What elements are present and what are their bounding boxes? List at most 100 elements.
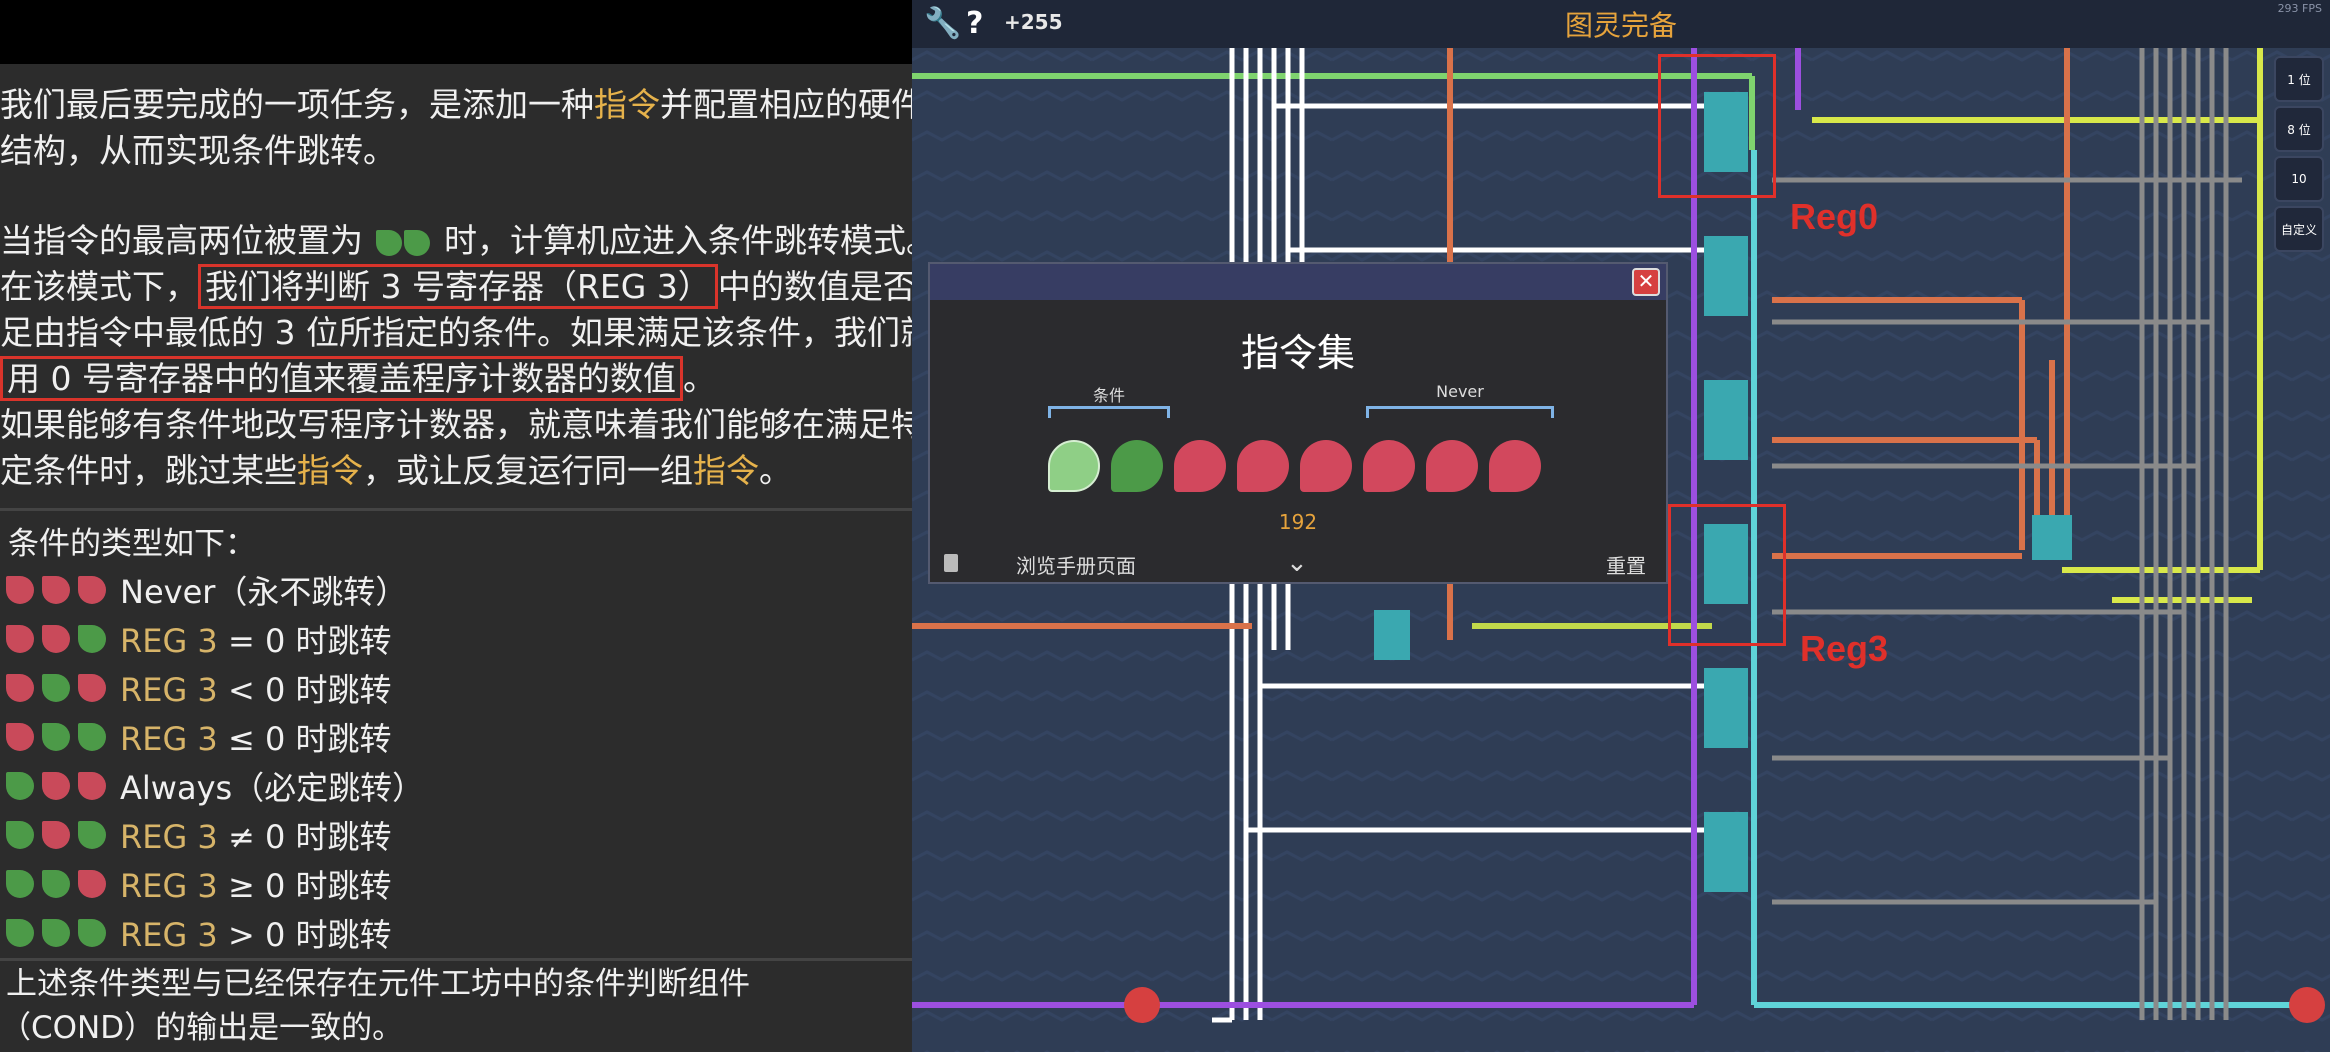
- instruction-bit-toggle[interactable]: [1426, 440, 1478, 492]
- condition-label: REG 3 ≥ 0 时跳转: [120, 861, 391, 907]
- register-name: REG 3: [120, 867, 218, 905]
- green-bit-icon: [42, 723, 70, 751]
- condition-label: REG 3 ≠ 0 时跳转: [120, 812, 391, 858]
- condition-label: REG 3 = 0 时跳转: [120, 616, 391, 662]
- divider: [0, 508, 912, 511]
- red-bit-icon: [78, 576, 106, 604]
- condition-text: < 0 时跳转: [217, 671, 392, 709]
- condition-text: = 0 时跳转: [217, 622, 392, 660]
- para-6: 如果能够有条件地改写程序计数器，就意味着我们能够在满足特: [0, 405, 924, 444]
- keyword-instruction: 指令: [297, 451, 363, 490]
- condition-text: Always（必定跳转）: [120, 769, 425, 807]
- para-3: 在该模式下， 我们将判断 3 号寄存器（REG 3） 中的数值是否满: [0, 264, 949, 309]
- para-7-a: 定条件时，跳过某些: [0, 451, 297, 490]
- group-label-condition: 条件: [1092, 386, 1125, 405]
- footer-line-1: 上述条件类型与已经保存在元件工坊中的条件判断组件: [6, 966, 750, 1002]
- green-bit-icon: [6, 821, 34, 849]
- para-3-start: 在该模式下，: [0, 267, 198, 306]
- para-4: 足由指令中最低的 3 位所指定的条件。如果满足该条件，我们就: [0, 313, 933, 352]
- condition-text: ≥ 0 时跳转: [217, 867, 392, 905]
- bracket-never: [1366, 406, 1554, 418]
- register-name: REG 3: [120, 671, 218, 709]
- condition-text: > 0 时跳转: [217, 916, 392, 954]
- close-icon[interactable]: ✕: [1632, 268, 1660, 296]
- red-bit-icon: [6, 674, 34, 702]
- conditions-heading: 条件的类型如下：: [8, 526, 256, 562]
- condition-row: REG 3 ≥ 0 时跳转: [6, 862, 391, 906]
- condition-text: ≠ 0 时跳转: [217, 818, 392, 856]
- red-bit-icon: [78, 674, 106, 702]
- output-node[interactable]: [2289, 987, 2325, 1023]
- chevron-down-icon[interactable]: ⌄: [1286, 548, 1308, 578]
- para-5: 用 0 号寄存器中的值来覆盖程序计数器的数值。: [0, 356, 912, 401]
- instruction-bit-toggle[interactable]: [1489, 440, 1541, 492]
- para-7-c: 。: [759, 451, 792, 490]
- left-top-bar: [0, 0, 912, 64]
- highlight-reg3: 我们将判断 3 号寄存器（REG 3）: [198, 264, 718, 309]
- reg3-label: Reg3: [1800, 628, 1889, 669]
- register-name: REG 3: [120, 622, 218, 660]
- para-2: 当指令的最高两位被置为 时，计算机应进入条件跳转模式。: [0, 218, 939, 263]
- green-bit-icon: [6, 870, 34, 898]
- book-icon[interactable]: [944, 554, 958, 572]
- bit-8-button[interactable]: 8 位: [2274, 106, 2324, 152]
- red-bit-icon: [42, 772, 70, 800]
- divider: [0, 958, 912, 961]
- instruction-bit-toggle[interactable]: [1111, 440, 1163, 492]
- green-bit-icon: [42, 870, 70, 898]
- reg0-label: Reg0: [1790, 196, 1879, 237]
- fps-counter: 293 FPS: [2277, 2, 2322, 15]
- para-7: 定条件时，跳过某些指令，或让反复运行同一组指令。: [0, 448, 912, 493]
- instruction-panel: 我们最后要完成的一项任务，是添加一种指令并配置相应的硬件 结构，从而实现条件跳转…: [0, 0, 949, 1052]
- green-bit-icon: [78, 821, 106, 849]
- instruction-bit-toggle[interactable]: [1048, 440, 1100, 492]
- condition-row: REG 3 > 0 时跳转: [6, 911, 391, 955]
- condition-label: Never（永不跳转）: [120, 567, 407, 613]
- green-bit-icon: [403, 229, 430, 256]
- group-label-never: Never: [1436, 382, 1484, 401]
- game-title: 图灵完备: [1564, 9, 1677, 42]
- green-bit-icon: [6, 919, 34, 947]
- condition-label: Always（必定跳转）: [120, 763, 424, 809]
- red-bit-icon: [42, 576, 70, 604]
- custom-button[interactable]: 自定义: [2274, 206, 2324, 252]
- red-bit-icon: [78, 772, 106, 800]
- game-top-bar: 🔧 ? +255 图灵完备 293 FPS: [912, 0, 2330, 48]
- reset-button[interactable]: 重置: [1606, 550, 1646, 579]
- condition-row: REG 3 ≠ 0 时跳转: [6, 813, 391, 857]
- condition-row: REG 3 = 0 时跳转: [6, 617, 391, 661]
- green-bit-icon: [78, 625, 106, 653]
- highlight-reg0: 用 0 号寄存器中的值来覆盖程序计数器的数值: [0, 356, 683, 401]
- red-bit-icon: [6, 625, 34, 653]
- red-bit-icon: [6, 576, 34, 604]
- bit-10-button[interactable]: 10: [2274, 156, 2324, 202]
- instruction-bit-toggle[interactable]: [1300, 440, 1352, 492]
- output-node[interactable]: [1124, 987, 1160, 1023]
- condition-label: REG 3 < 0 时跳转: [120, 665, 391, 711]
- reg3-highlight: [1668, 504, 1786, 646]
- dialog-header: ✕: [930, 264, 1666, 300]
- manual-link[interactable]: 浏览手册页面: [1016, 550, 1136, 579]
- keyword-instruction: 指令: [594, 85, 660, 124]
- bit-1-button[interactable]: 1 位: [2274, 56, 2324, 102]
- para-1b: 结构，从而实现条件跳转。: [0, 131, 396, 170]
- instruction-bit-toggle[interactable]: [1237, 440, 1289, 492]
- red-bit-icon: [42, 625, 70, 653]
- para-7-b: ，或让反复运行同一组: [363, 451, 693, 490]
- instruction-bit-toggle[interactable]: [1363, 440, 1415, 492]
- instruction-value: 192: [1278, 510, 1318, 534]
- instruction-bit-toggle[interactable]: [1174, 440, 1226, 492]
- condition-text: ≤ 0 时跳转: [217, 720, 392, 758]
- para-2-start: 当指令的最高两位被置为: [0, 221, 363, 260]
- bracket-condition: [1048, 406, 1170, 418]
- para-1: 我们最后要完成的一项任务，是添加一种指令并配置相应的硬件: [0, 82, 924, 127]
- red-bit-icon: [6, 723, 34, 751]
- green-bit-icon: [42, 919, 70, 947]
- dialog-title: 指令集: [1240, 331, 1355, 375]
- para-1-text-end: 并配置相应的硬件: [660, 85, 924, 124]
- reg0-highlight: [1658, 54, 1776, 198]
- condition-row: REG 3 < 0 时跳转: [6, 666, 391, 710]
- register-name: REG 3: [120, 720, 218, 758]
- para-5-end: 。: [682, 359, 716, 398]
- condition-row: REG 3 ≤ 0 时跳转: [6, 715, 391, 759]
